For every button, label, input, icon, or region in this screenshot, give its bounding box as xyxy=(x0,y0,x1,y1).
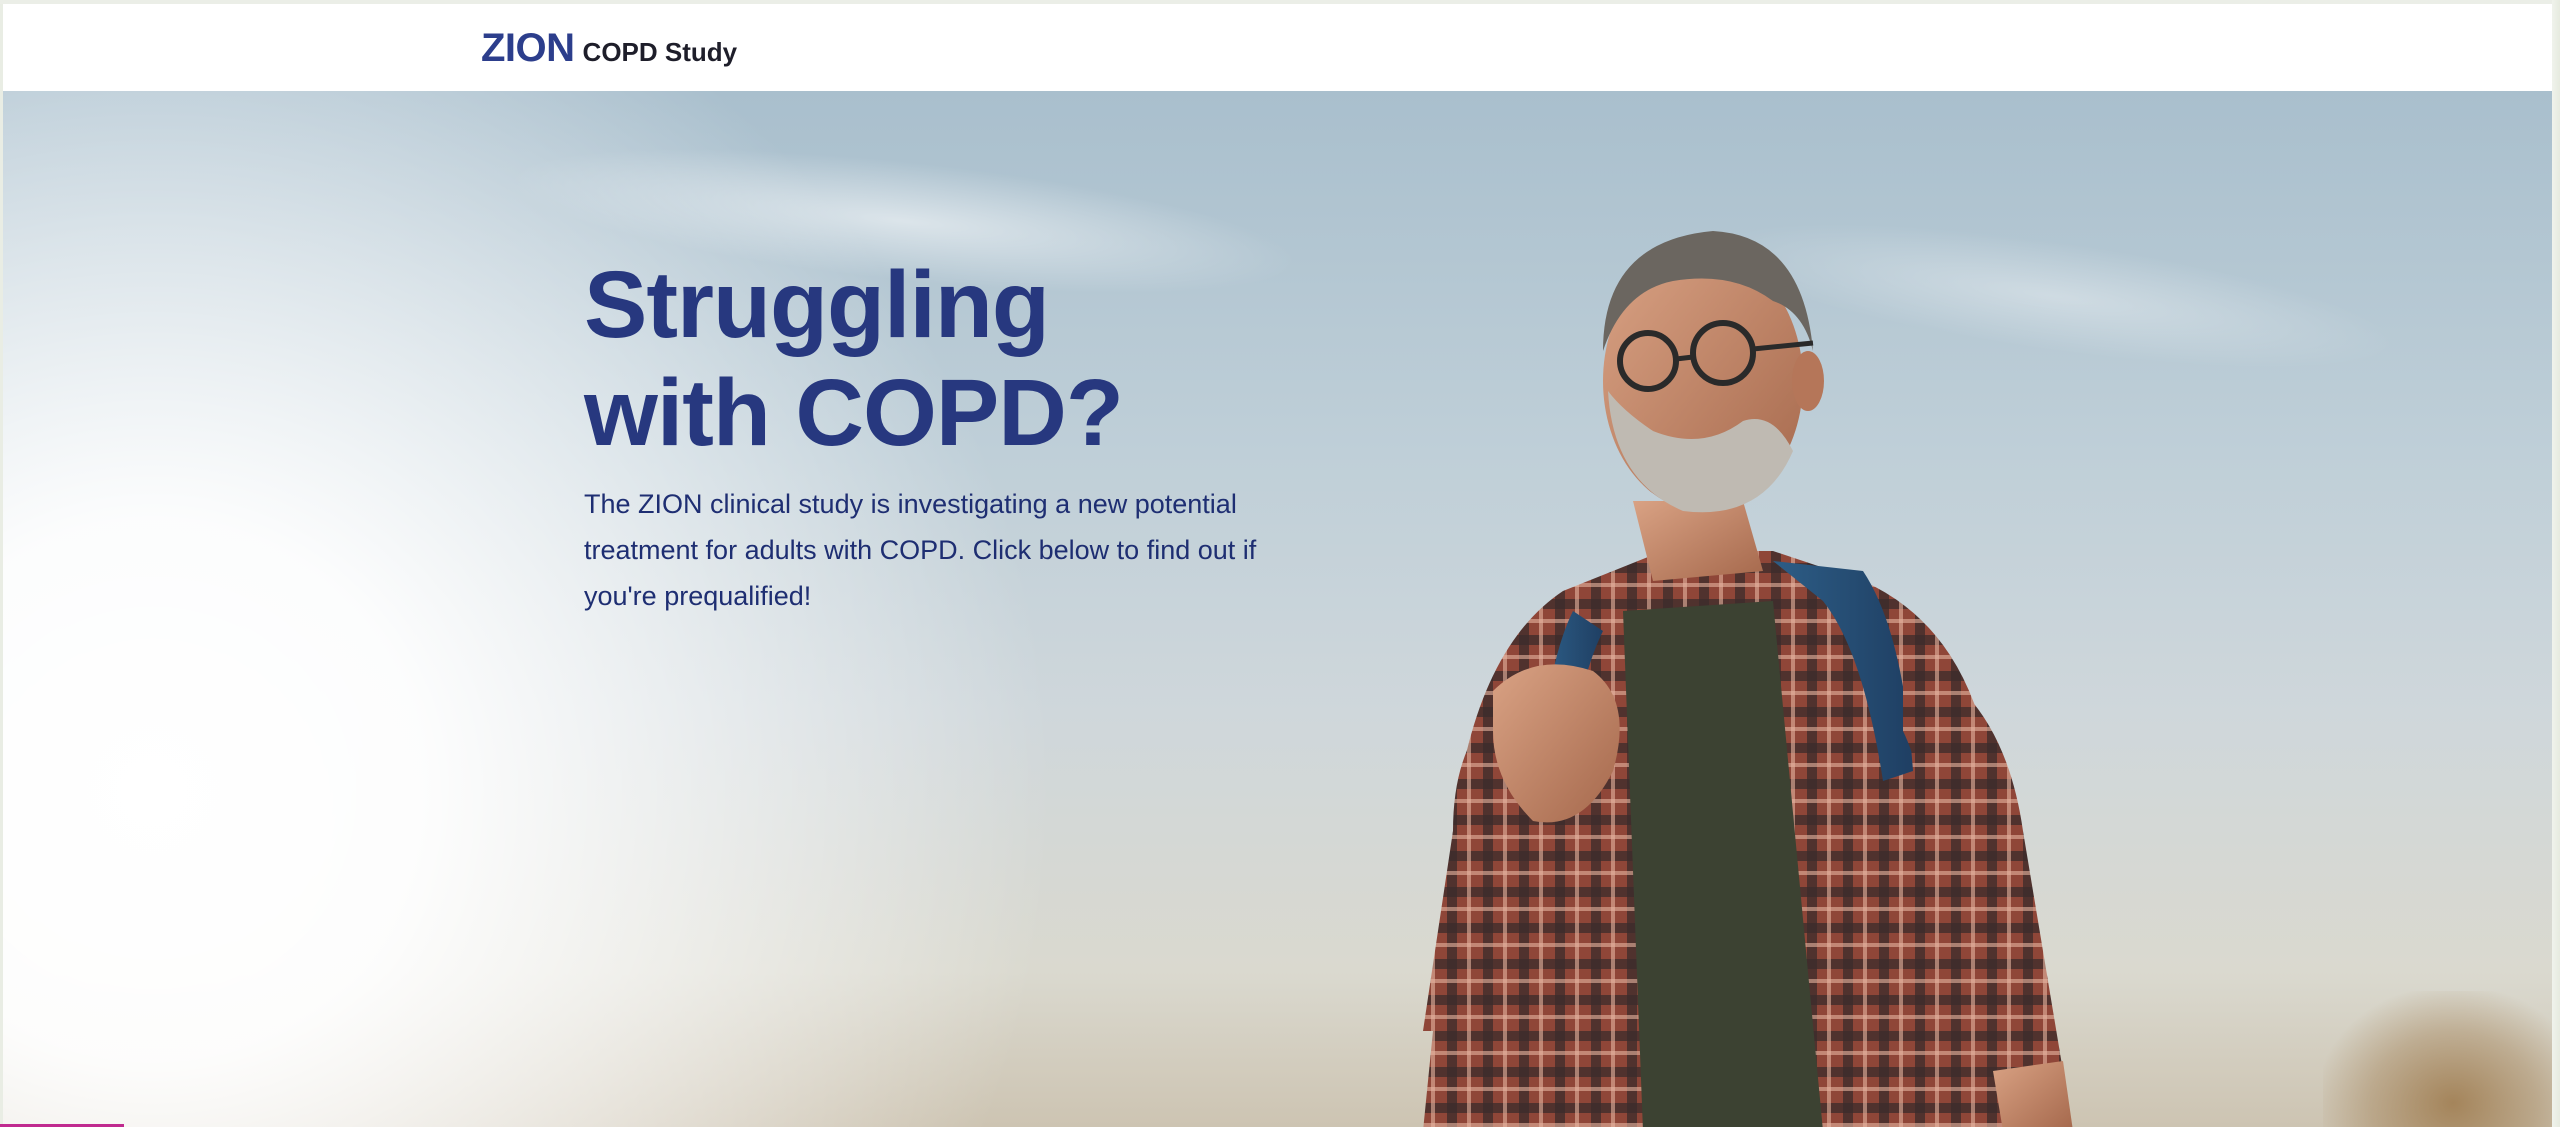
logo-text: COPD Study xyxy=(582,37,738,67)
hero-headline: Struggling with COPD? xyxy=(584,251,1344,467)
hero-section: Struggling with COPD? The ZION clinical … xyxy=(3,91,2552,1127)
logo-mark: ZION xyxy=(481,26,575,70)
site-logo[interactable]: ZION COPD Study xyxy=(481,26,737,71)
page: ZION COPD Study Struggling with COPD? Th… xyxy=(0,0,2560,1127)
right-edge xyxy=(2552,0,2560,1127)
hero-headline-line-2: with COPD? xyxy=(584,360,1124,466)
site-header: ZION COPD Study xyxy=(3,4,2552,91)
hero-description: The ZION clinical study is investigating… xyxy=(584,489,1257,611)
hero-copy: Struggling with COPD? The ZION clinical … xyxy=(584,251,1344,619)
hero-image-man-with-backpack xyxy=(1303,131,2183,1127)
hero-foliage xyxy=(2323,991,2552,1127)
hero-headline-line-1: Struggling xyxy=(584,252,1050,358)
